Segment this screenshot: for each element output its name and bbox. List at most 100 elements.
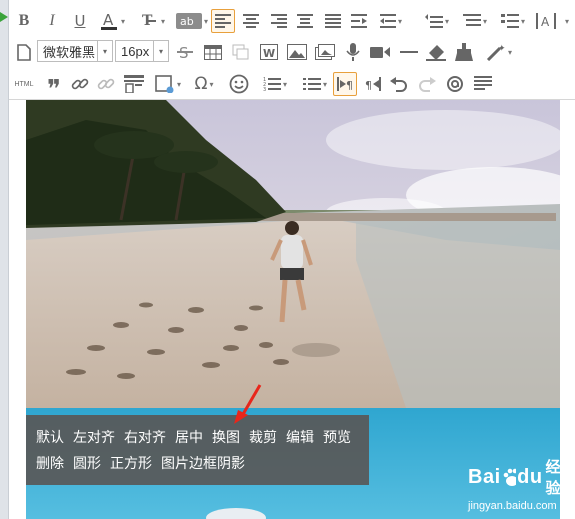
undo-button[interactable] — [387, 72, 411, 96]
underline-button[interactable]: U — [69, 9, 91, 33]
unlink-icon — [97, 78, 115, 90]
align-left-button[interactable] — [211, 9, 235, 33]
image-align-left[interactable]: 左对齐 — [73, 427, 115, 447]
indent-button[interactable] — [347, 9, 371, 33]
image-border-shadow[interactable]: 图片边框阴影 — [161, 453, 245, 473]
background-color-button[interactable]: T ▾ — [135, 9, 169, 33]
microphone-icon — [346, 43, 360, 61]
align-left-icon — [215, 14, 231, 28]
align-justify-button[interactable] — [293, 9, 317, 33]
ordered-list-icon: 123 — [263, 77, 281, 92]
beach-runner-image[interactable] — [26, 100, 560, 408]
align-center-button[interactable] — [239, 9, 263, 33]
bold-button[interactable]: B — [13, 9, 35, 33]
word-import-button[interactable]: W — [257, 40, 281, 64]
italic-button[interactable]: I — [41, 9, 63, 33]
image-align-right[interactable]: 右对齐 — [124, 427, 166, 447]
unlink-button[interactable] — [95, 72, 117, 96]
page-break-button[interactable] — [121, 72, 147, 96]
align-right-button[interactable] — [267, 9, 291, 33]
font-color-button[interactable]: A ▾ — [95, 9, 129, 33]
toolbar-row-1: B I U A ▾ T ▾ ab ▾ ▾ ▾ ▾ ▾ A ▾ — [9, 7, 575, 35]
italic-icon: I — [49, 12, 55, 29]
rtl-direction-button[interactable]: ¶ — [361, 72, 385, 96]
table-button[interactable] — [201, 40, 225, 64]
table-icon — [204, 44, 222, 60]
paint-brush-icon — [455, 43, 473, 61]
insert-image-button[interactable] — [285, 40, 309, 64]
find-replace-button[interactable] — [443, 72, 467, 96]
font-size-select[interactable]: 16px ▾ — [115, 40, 169, 62]
paste-image-button[interactable] — [229, 40, 253, 64]
text-direction-button[interactable]: A — [533, 9, 559, 33]
indent-icon — [351, 14, 367, 28]
paw-icon — [503, 468, 517, 486]
svg-text:¶: ¶ — [365, 79, 372, 91]
paragraph-spacing-button[interactable]: ▾ — [419, 9, 455, 33]
more-button[interactable]: ▾ — [559, 9, 573, 33]
new-document-button[interactable] — [13, 40, 35, 64]
editor-toolbar: B I U A ▾ T ▾ ab ▾ ▾ ▾ ▾ ▾ A ▾ 微软雅黑 ▾ 16… — [9, 0, 575, 103]
image-preview[interactable]: 预览 — [323, 427, 351, 447]
search-icon — [447, 76, 463, 92]
special-char-button[interactable]: Ω ▾ — [187, 72, 221, 96]
image-menu-row-1: 默认 左对齐 右对齐 居中 换图 裁剪 编辑 预览 — [36, 424, 369, 450]
image-menu-row-2: 删除 圆形 正方形 图片边框阴影 — [36, 450, 369, 476]
text-box-icon: ab — [175, 13, 202, 29]
unordered-list-button[interactable]: ▾ — [297, 72, 333, 96]
toolbar-row-2: 微软雅黑 ▾ 16px ▾ S W ✦ ▾ — [9, 38, 575, 66]
video-button[interactable] — [367, 40, 393, 64]
multi-image-button[interactable] — [313, 40, 337, 64]
align-center-icon — [243, 14, 259, 28]
text-style-button[interactable]: ab ▾ — [173, 9, 211, 33]
insert-link-button[interactable] — [69, 72, 91, 96]
outdent-icon — [379, 14, 396, 28]
image-align-default[interactable]: 默认 — [36, 427, 64, 447]
template-button[interactable] — [471, 72, 495, 96]
image-edit[interactable]: 编辑 — [286, 427, 314, 447]
redo-icon — [419, 77, 436, 92]
image-crop[interactable]: 裁剪 — [249, 427, 277, 447]
paragraph-format-icon — [462, 14, 481, 26]
align-top-icon — [297, 14, 313, 28]
insert-frame-button[interactable]: ▾ — [151, 72, 185, 96]
format-painter-button[interactable] — [451, 40, 477, 64]
line-height-button[interactable]: ▾ — [373, 9, 409, 33]
red-arrow-annotation — [234, 384, 262, 424]
font-color-icon: A — [100, 11, 117, 30]
image-delete[interactable]: 删除 — [36, 453, 64, 473]
smiley-icon — [229, 74, 249, 94]
redo-button[interactable] — [415, 72, 439, 96]
link-remove-button[interactable]: S — [173, 40, 197, 64]
frame-icon — [155, 75, 174, 93]
bold-icon: B — [18, 12, 30, 29]
paragraph-ltr-icon: ¶ — [337, 77, 353, 91]
svg-text:✦: ✦ — [498, 44, 506, 54]
list-style-button[interactable]: ▾ — [495, 9, 531, 33]
image-square[interactable]: 正方形 — [110, 453, 152, 473]
baidu-jingyan-watermark: Bai du 经验 jingyan.baidu.com — [468, 456, 568, 516]
image-replace[interactable]: 换图 — [212, 427, 240, 447]
clear-format-button[interactable] — [423, 40, 449, 64]
horizontal-rule-button[interactable] — [397, 40, 421, 64]
ltr-direction-button[interactable]: ¶ — [333, 72, 357, 96]
ordered-list-button[interactable]: 1 2 3 ▾ — [257, 72, 293, 96]
emoji-button[interactable] — [227, 72, 251, 96]
image-toolbar-popup: 默认 左对齐 右对齐 居中 换图 裁剪 编辑 预览 删除 圆形 正方形 图片边框… — [26, 415, 369, 485]
row-spacing-icon — [424, 14, 443, 28]
paragraph-format-button[interactable]: ▾ — [457, 9, 493, 33]
document-icon — [17, 43, 31, 61]
html-source-button[interactable]: HTML — [11, 72, 37, 96]
image-circle[interactable]: 圆形 — [73, 453, 101, 473]
audio-button[interactable] — [341, 40, 365, 64]
sidebar-marker — [0, 12, 8, 22]
justify-all-button[interactable] — [321, 9, 345, 33]
svg-text:3: 3 — [263, 87, 266, 92]
watermark-brand: Bai du 经验 — [468, 456, 568, 498]
blockquote-button[interactable]: ❞ — [43, 72, 65, 103]
font-family-select[interactable]: 微软雅黑 ▾ — [37, 40, 113, 62]
magic-wand-button[interactable]: ✦ ▾ — [481, 40, 517, 64]
image-align-center[interactable]: 居中 — [175, 427, 203, 447]
svg-text:A: A — [541, 15, 550, 29]
font-size-value: 16px — [121, 43, 150, 59]
